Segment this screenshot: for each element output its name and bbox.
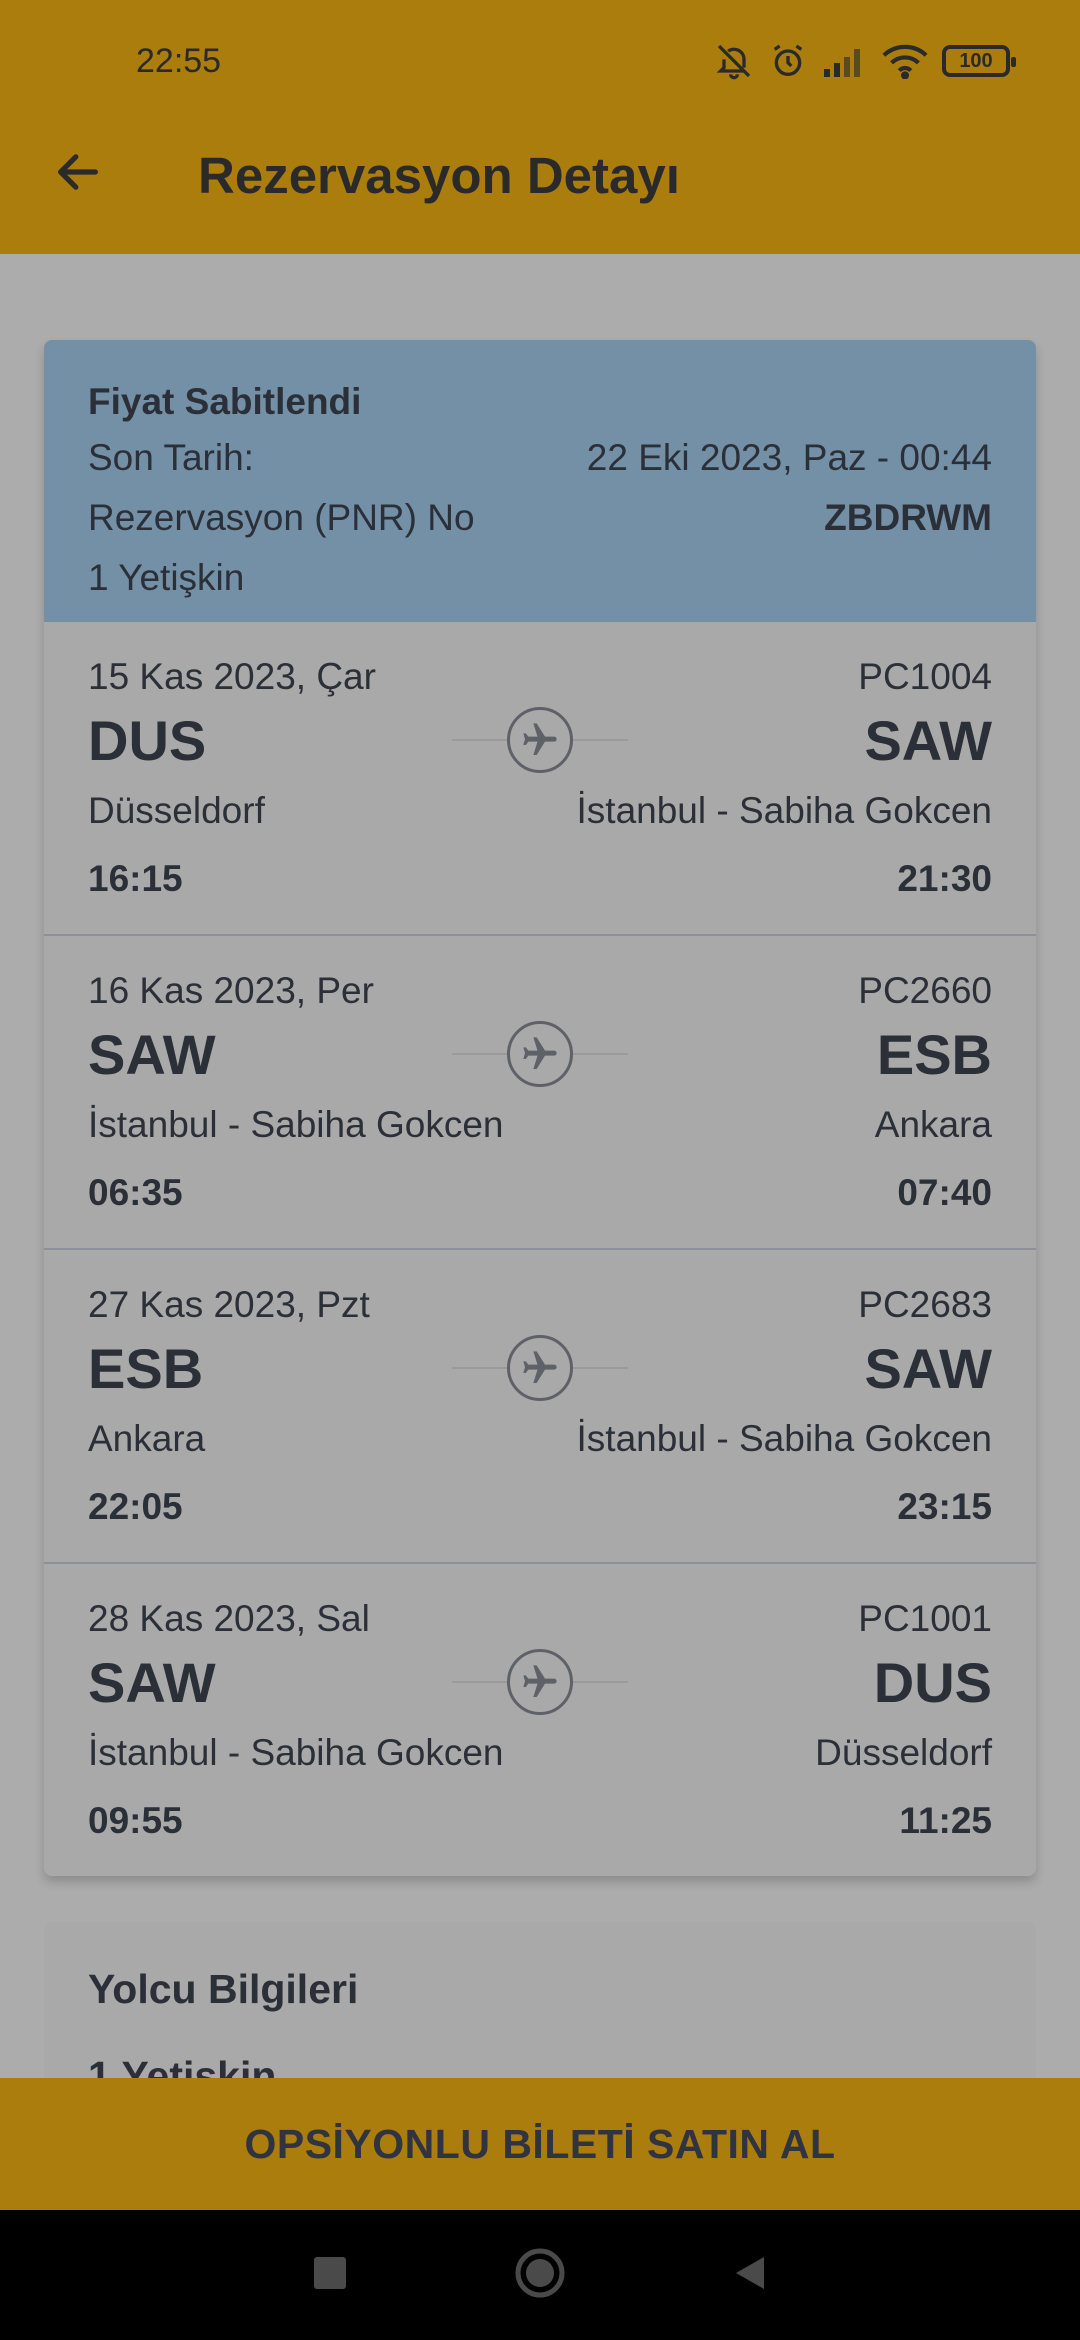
route-connector <box>452 1648 628 1716</box>
arrival-time: 11:25 <box>899 1800 992 1841</box>
flight-date: 16 Kas 2023, Per <box>88 970 374 1011</box>
price-status: Fiyat Sabitlendi <box>88 381 362 422</box>
destination-city: İstanbul - Sabiha Gokcen <box>576 790 992 831</box>
destination-code: SAW <box>864 1337 992 1400</box>
departure-time: 09:55 <box>88 1800 183 1841</box>
flight-segment[interactable]: 15 Kas 2023, Çar PC1004 DUS SAW Düsseldo… <box>44 622 1036 936</box>
flight-number: PC2683 <box>858 1284 992 1325</box>
flight-number: PC1001 <box>858 1598 992 1639</box>
airplane-icon <box>507 1021 573 1087</box>
home-button[interactable] <box>510 2245 570 2305</box>
origin-city: Ankara <box>88 1418 206 1459</box>
pnr-row: Rezervasyon (PNR) No ZBDRWM <box>88 488 992 548</box>
origin-city: İstanbul - Sabiha Gokcen <box>88 1732 504 1773</box>
arrival-time: 07:40 <box>897 1172 992 1213</box>
route-connector <box>452 1020 628 1088</box>
origin-code: SAW <box>88 1023 216 1086</box>
back-nav-button[interactable] <box>720 2245 780 2305</box>
airplane-icon <box>507 1335 573 1401</box>
departure-time: 06:35 <box>88 1172 183 1213</box>
alarm-icon <box>768 41 808 81</box>
airplane-icon <box>507 1649 573 1715</box>
flight-segment[interactable]: 28 Kas 2023, Sal PC1001 SAW DUS İstanbul… <box>44 1564 1036 1876</box>
passenger-section-title: Yolcu Bilgileri <box>88 1966 359 2012</box>
buy-ticket-button[interactable]: OPSİYONLU BİLETİ SATIN AL <box>0 2078 1080 2210</box>
back-button[interactable] <box>44 140 112 208</box>
passenger-count-row: 1 Yetişkin <box>88 548 992 608</box>
origin-code: DUS <box>88 709 207 772</box>
flight-segment[interactable]: 27 Kas 2023, Pzt PC2683 ESB SAW Ankara İ… <box>44 1250 1036 1564</box>
triangle-back-icon <box>730 2253 770 2298</box>
circle-icon <box>513 2246 567 2305</box>
bell-off-icon <box>714 41 754 81</box>
signal-icon <box>822 43 868 79</box>
origin-code: SAW <box>88 1651 216 1714</box>
status-time: 22:55 <box>136 42 222 80</box>
arrival-time: 21:30 <box>897 858 992 899</box>
flight-number: PC1004 <box>858 656 992 697</box>
pnr-value: ZBDRWM <box>824 497 992 538</box>
destination-city: Düsseldorf <box>815 1732 992 1773</box>
recents-button[interactable] <box>300 2245 360 2305</box>
flight-date: 15 Kas 2023, Çar <box>88 656 376 697</box>
arrival-time: 23:15 <box>897 1486 992 1527</box>
departure-time: 16:15 <box>88 858 183 899</box>
flight-number: PC2660 <box>858 970 992 1011</box>
arrow-left-icon <box>52 146 104 203</box>
passenger-count: 1 Yetişkin <box>88 557 245 598</box>
deadline-label: Son Tarih: <box>88 437 254 478</box>
reservation-summary: Fiyat Sabitlendi Son Tarih: 22 Eki 2023,… <box>44 340 1036 622</box>
route-connector <box>452 1334 628 1402</box>
destination-city: Ankara <box>874 1104 992 1145</box>
destination-code: SAW <box>864 709 992 772</box>
battery-icon: 100 <box>942 45 1016 77</box>
system-navigation-bar <box>0 2210 1080 2340</box>
flight-segment[interactable]: 16 Kas 2023, Per PC2660 SAW ESB İstanbul… <box>44 936 1036 1250</box>
destination-city: İstanbul - Sabiha Gokcen <box>576 1418 992 1459</box>
status-icons: 100 <box>714 36 1016 86</box>
page-title: Rezervasyon Detayı <box>198 147 680 204</box>
origin-code: ESB <box>88 1337 204 1400</box>
deadline-value: 22 Eki 2023, Paz - 00:44 <box>586 437 992 478</box>
deadline-row: Son Tarih: 22 Eki 2023, Paz - 00:44 <box>88 428 992 488</box>
origin-city: Düsseldorf <box>88 790 265 831</box>
pnr-label: Rezervasyon (PNR) No <box>88 497 475 538</box>
flight-date: 27 Kas 2023, Pzt <box>88 1284 370 1325</box>
square-icon <box>312 2255 348 2296</box>
app-header: 22:55 100 Rezervasyon Detayı <box>0 0 1080 254</box>
airplane-icon <box>507 707 573 773</box>
route-connector <box>452 706 628 774</box>
departure-time: 22:05 <box>88 1486 183 1527</box>
destination-code: ESB <box>876 1023 992 1086</box>
destination-code: DUS <box>873 1651 992 1714</box>
wifi-icon <box>882 43 928 79</box>
flight-date: 28 Kas 2023, Sal <box>88 1598 370 1639</box>
reservation-card: Fiyat Sabitlendi Son Tarih: 22 Eki 2023,… <box>44 340 1036 1876</box>
origin-city: İstanbul - Sabiha Gokcen <box>88 1104 504 1145</box>
